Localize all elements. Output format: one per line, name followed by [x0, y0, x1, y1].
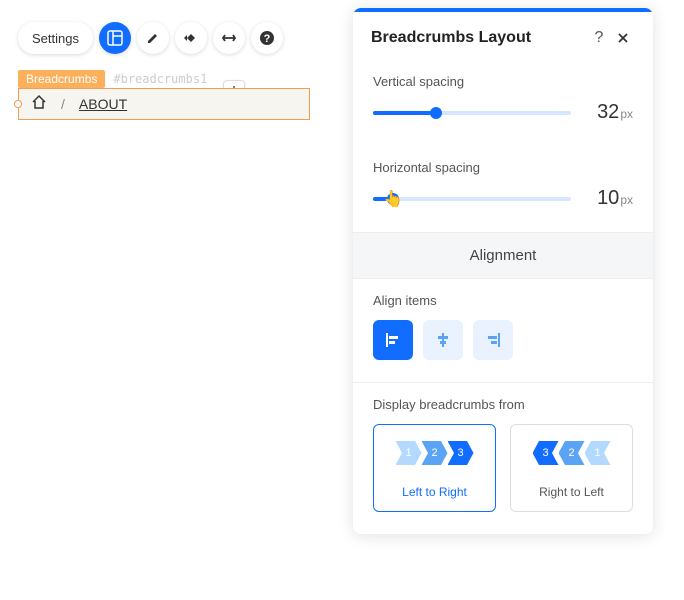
stretch-button[interactable]: [213, 22, 245, 54]
breadcrumb-current[interactable]: ABOUT: [79, 96, 127, 112]
element-id-tag: #breadcrumbs1: [109, 70, 211, 88]
alignment-header: Alignment: [353, 232, 653, 279]
breadcrumb-separator: /: [61, 96, 65, 112]
panel-title: Breadcrumbs Layout: [371, 29, 587, 47]
layout-button[interactable]: [99, 22, 131, 54]
toolbar: Settings ?: [18, 22, 283, 54]
rtl-option[interactable]: 3 2 1 Right to Left: [510, 424, 633, 512]
element-tags: Breadcrumbs #breadcrumbs1: [18, 70, 211, 88]
horizontal-spacing-slider[interactable]: [373, 189, 571, 209]
selection-handle[interactable]: [14, 100, 22, 108]
settings-button[interactable]: Settings: [18, 22, 93, 54]
horizontal-spacing-value: 10px: [587, 187, 633, 210]
align-items-section: Align items: [353, 279, 653, 382]
help-button[interactable]: ?: [251, 22, 283, 54]
home-icon[interactable]: [31, 94, 47, 115]
element-type-tag: Breadcrumbs: [18, 70, 105, 88]
rtl-preview-icon: 3 2 1: [519, 441, 624, 465]
breadcrumb-component[interactable]: / ABOUT: [18, 88, 310, 120]
animation-button[interactable]: [175, 22, 207, 54]
vertical-spacing-section: Vertical spacing 32px: [353, 60, 653, 146]
align-right-button[interactable]: [473, 320, 513, 360]
horizontal-spacing-section: Horizontal spacing 10px: [353, 146, 653, 232]
display-direction-label: Display breadcrumbs from: [373, 397, 633, 412]
vertical-spacing-slider[interactable]: [373, 103, 571, 123]
vertical-spacing-value: 32px: [587, 101, 633, 124]
ltr-label: Left to Right: [382, 485, 487, 499]
rtl-label: Right to Left: [519, 485, 624, 499]
vertical-spacing-label: Vertical spacing: [373, 74, 633, 89]
display-direction-section: Display breadcrumbs from 1 2 3 Left to R…: [353, 383, 653, 534]
panel-help-button[interactable]: ?: [587, 26, 611, 50]
svg-text:?: ?: [264, 33, 271, 45]
panel-close-button[interactable]: [611, 26, 635, 50]
align-items-label: Align items: [373, 293, 633, 308]
horizontal-spacing-label: Horizontal spacing: [373, 160, 633, 175]
align-left-button[interactable]: [373, 320, 413, 360]
ltr-preview-icon: 1 2 3: [382, 441, 487, 465]
layout-panel: Breadcrumbs Layout ? Vertical spacing 32…: [353, 8, 653, 534]
align-center-button[interactable]: [423, 320, 463, 360]
design-button[interactable]: [137, 22, 169, 54]
ltr-option[interactable]: 1 2 3 Left to Right: [373, 424, 496, 512]
panel-header: Breadcrumbs Layout ?: [353, 12, 653, 60]
